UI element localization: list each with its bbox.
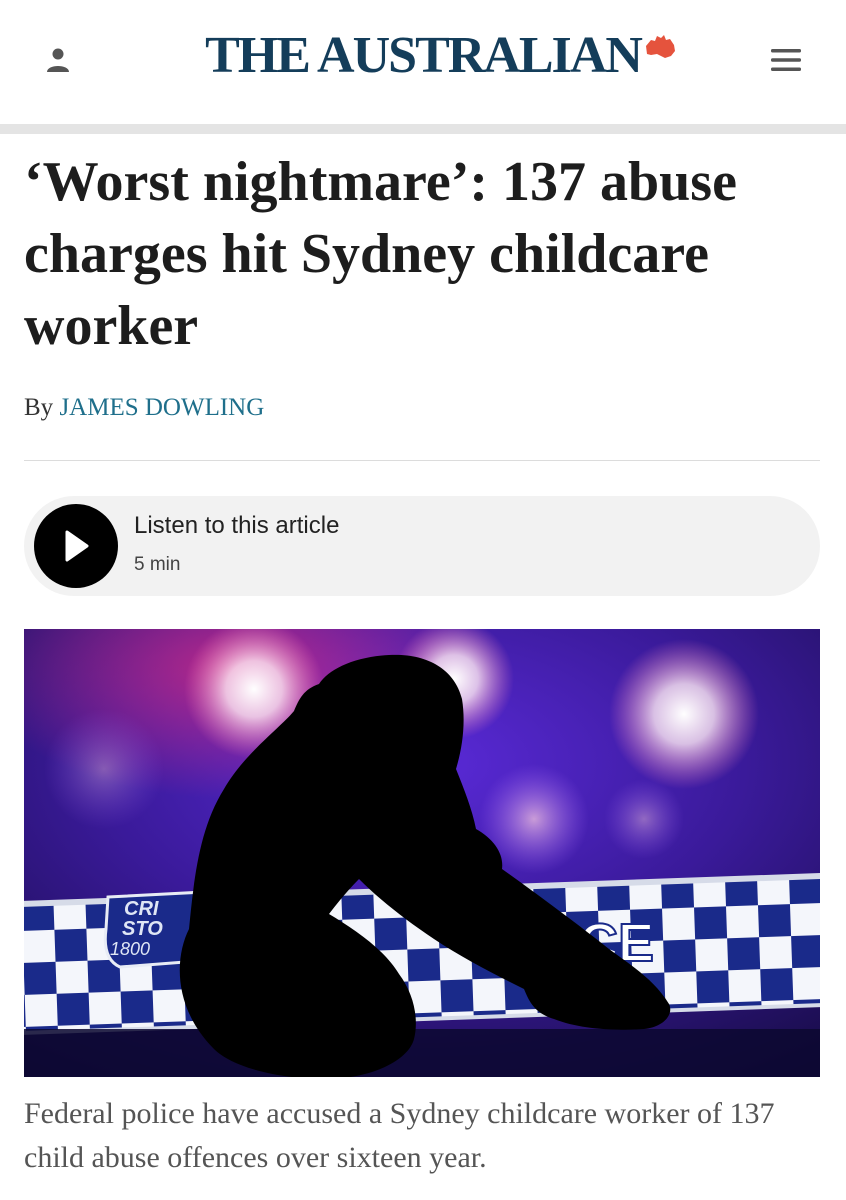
masthead-logo[interactable]: THE AUSTRALIAN (0, 26, 846, 86)
hero-image-illustration: CRI STO 1800 ICE (24, 629, 820, 1077)
masthead-text: THE AUSTRALIAN (205, 27, 643, 84)
australia-map-icon (645, 35, 675, 58)
menu-button[interactable] (764, 40, 808, 80)
play-icon (65, 530, 89, 562)
svg-text:STO: STO (122, 918, 163, 940)
byline: By JAMES DOWLING (24, 394, 264, 422)
image-caption: Federal police have accused a Sydney chi… (24, 1097, 775, 1174)
header-divider (0, 124, 846, 134)
byline-divider (24, 460, 820, 461)
audio-duration: 5 min (134, 554, 181, 575)
hamburger-menu-icon (771, 49, 801, 71)
play-button[interactable] (34, 504, 118, 588)
byline-prefix: By (24, 394, 54, 421)
svg-text:CRI: CRI (124, 898, 159, 920)
audio-player[interactable]: Listen to this article 5 min (24, 496, 820, 596)
svg-text:1800: 1800 (110, 939, 150, 959)
site-header: THE AUSTRALIAN (0, 0, 846, 124)
author-link[interactable]: JAMES DOWLING (59, 394, 264, 421)
audio-title: Listen to this article (134, 512, 340, 539)
hero-image[interactable]: CRI STO 1800 ICE (24, 629, 820, 1077)
article-headline: ‘Worst nightmare’: 137 abuse charges hit… (24, 151, 737, 357)
